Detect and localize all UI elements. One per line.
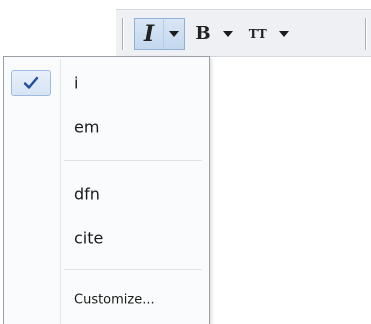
teletype-glyph: TT	[248, 27, 268, 41]
check-icon	[23, 76, 39, 89]
menu-separator	[64, 269, 202, 270]
menu-item-label: cite	[74, 228, 104, 248]
bold-button[interactable]: B	[189, 18, 217, 50]
checked-indicator	[11, 70, 51, 96]
menu-item-i[interactable]: i	[7, 66, 206, 100]
menu-item-label: Customize...	[74, 292, 155, 308]
teletype-button[interactable]: TT	[243, 18, 273, 50]
bold-dropdown-button[interactable]	[217, 18, 239, 50]
chevron-down-icon	[279, 31, 289, 37]
menu-item-label: i	[74, 73, 79, 93]
menu-item-dfn[interactable]: dfn	[7, 177, 206, 211]
chevron-down-icon	[223, 31, 233, 37]
toolbar-grip[interactable]	[122, 18, 124, 50]
menu-item-label: em	[74, 117, 100, 137]
menu-item-cite[interactable]: cite	[7, 221, 206, 255]
italic-button[interactable]: I	[134, 18, 163, 50]
formatting-toolbar: I B TT	[116, 9, 371, 57]
menu-item-customize[interactable]: Customize...	[7, 283, 206, 317]
italic-glyph: I	[143, 21, 155, 47]
menu-separator	[64, 160, 202, 161]
teletype-dropdown-button[interactable]	[273, 18, 295, 50]
chevron-down-icon	[169, 31, 179, 37]
menu-item-label: dfn	[74, 184, 100, 204]
italic-dropdown-button[interactable]	[163, 18, 185, 50]
toolbar-grip[interactable]	[365, 18, 367, 50]
italic-variant-menu: i em dfn cite Customize...	[3, 56, 210, 324]
menu-item-em[interactable]: em	[7, 110, 206, 144]
bold-glyph: B	[195, 23, 211, 44]
